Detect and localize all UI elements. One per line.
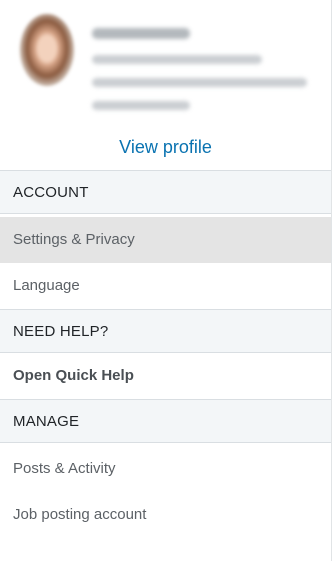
section-header-need-help: NEED HELP? (0, 309, 331, 353)
menu-item-language[interactable]: Language (0, 263, 331, 309)
menu-item-posts-activity[interactable]: Posts & Activity (0, 446, 331, 492)
account-dropdown-menu: View profile ACCOUNT Settings & Privacy … (0, 0, 332, 561)
menu-item-open-quick-help[interactable]: Open Quick Help (0, 353, 331, 399)
menu-item-job-posting-account[interactable]: Job posting account (0, 492, 331, 538)
blurred-profile-name (92, 28, 190, 39)
menu-item-settings-privacy[interactable]: Settings & Privacy (0, 217, 331, 263)
avatar[interactable] (20, 14, 74, 86)
blurred-profile-headline (92, 78, 307, 87)
view-profile-link[interactable]: View profile (0, 124, 331, 170)
profile-card[interactable] (0, 0, 331, 124)
section-header-manage: MANAGE (0, 399, 331, 443)
blurred-profile-headline (92, 55, 262, 64)
blurred-profile-headline (92, 101, 190, 110)
section-header-account: ACCOUNT (0, 170, 331, 214)
